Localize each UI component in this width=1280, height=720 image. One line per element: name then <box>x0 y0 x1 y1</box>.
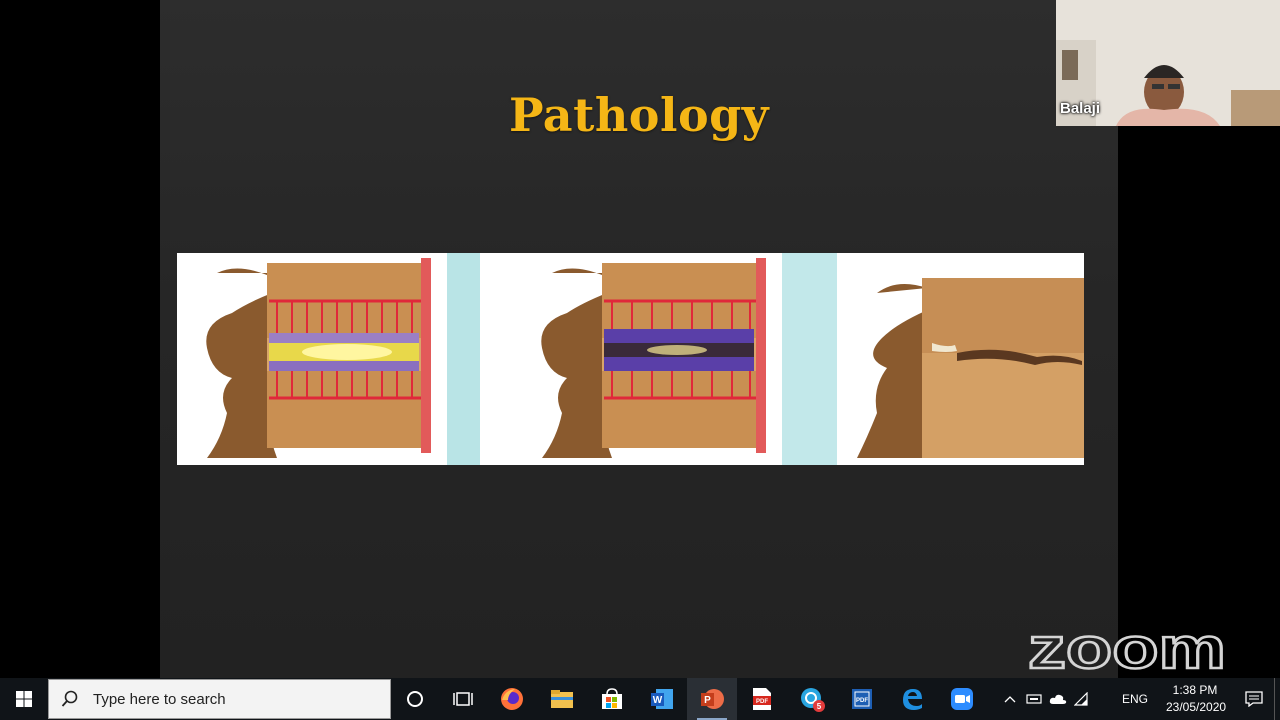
start-button[interactable] <box>0 678 48 720</box>
firefox-icon <box>501 688 523 710</box>
degenerating-disc-illustration <box>541 258 766 458</box>
screen: Pathology Balaji zoom Type here to searc… <box>0 0 1280 720</box>
cortana-icon <box>407 691 423 707</box>
svg-text:PDF: PDF <box>756 699 768 705</box>
powerpoint-icon: P <box>701 689 724 709</box>
taskbar-app-acrobat[interactable]: PDF <box>737 678 787 720</box>
cortana-button[interactable] <box>391 678 439 720</box>
healthy-disc-illustration <box>206 258 431 458</box>
file-explorer-icon <box>551 690 573 708</box>
volume-button[interactable] <box>1094 678 1114 720</box>
spine-disc-illustration <box>177 253 1084 465</box>
windows-logo-icon <box>16 691 32 707</box>
svg-text:P: P <box>704 695 711 706</box>
svg-text:W: W <box>653 695 663 706</box>
slide-title: Pathology <box>508 88 770 142</box>
taskbar-app-edge[interactable] <box>887 678 937 720</box>
search-icon <box>61 690 78 707</box>
taskbar-app-firefox[interactable] <box>487 678 537 720</box>
taskbar-app-messaging[interactable]: 5 <box>787 678 837 720</box>
collapsed-disc-illustration <box>857 278 1084 458</box>
taskbar-app-store[interactable] <box>587 678 637 720</box>
system-clock[interactable]: 1:38 PM 23/05/2020 <box>1156 682 1234 716</box>
taskbar-search-box[interactable]: Type here to search <box>48 679 391 719</box>
edge-icon <box>903 689 922 710</box>
microsoft-store-icon <box>602 688 622 709</box>
taskbar-app-powerpoint[interactable]: P <box>687 678 737 720</box>
acrobat-icon: PDF <box>753 688 771 710</box>
onedrive-button[interactable] <box>1046 678 1070 720</box>
action-center-button[interactable] <box>1234 678 1274 720</box>
participant-name-label: Balaji <box>1060 100 1101 117</box>
taskbar-app-file-explorer[interactable] <box>537 678 587 720</box>
zoom-watermark-logo: zoom <box>1028 620 1227 680</box>
taskbar-app-word[interactable]: W <box>637 678 687 720</box>
side-panel-background <box>1118 126 1280 678</box>
input-language-indicator[interactable]: ENG <box>1114 692 1156 706</box>
svg-text:PDF: PDF <box>856 698 868 704</box>
participant-video-tile[interactable]: Balaji <box>1056 0 1280 126</box>
notification-icon <box>1245 691 1263 707</box>
tray-device-button[interactable] <box>1022 678 1046 720</box>
network-button[interactable] <box>1070 678 1094 720</box>
windows-taskbar: Type here to search W P PDF 5 PDF ENG 1:… <box>0 678 1280 720</box>
show-desktop-button[interactable] <box>1274 678 1280 720</box>
search-placeholder: Type here to search <box>93 690 226 708</box>
wifi-icon <box>1073 692 1088 706</box>
device-icon <box>1026 694 1042 704</box>
shared-slide: Pathology <box>160 0 1118 678</box>
task-view-icon <box>453 692 473 706</box>
pdf-app-icon: PDF <box>852 689 872 709</box>
show-hidden-icons-button[interactable] <box>998 678 1022 720</box>
chevron-up-icon <box>1004 696 1016 703</box>
taskbar-app-pdf[interactable]: PDF <box>837 678 887 720</box>
system-tray: ENG 1:38 PM 23/05/2020 <box>998 678 1280 720</box>
cloud-icon <box>1049 694 1067 704</box>
clock-date: 23/05/2020 <box>1166 700 1227 714</box>
task-view-button[interactable] <box>439 678 487 720</box>
taskbar-app-zoom[interactable] <box>937 678 987 720</box>
messaging-badge: 5 <box>817 702 822 711</box>
word-icon: W <box>651 689 673 709</box>
zoom-icon <box>951 688 973 710</box>
clock-time: 1:38 PM <box>1172 683 1218 697</box>
messaging-app-icon: 5 <box>801 688 825 712</box>
zoom-watermark-text: zoom <box>1028 620 1226 680</box>
